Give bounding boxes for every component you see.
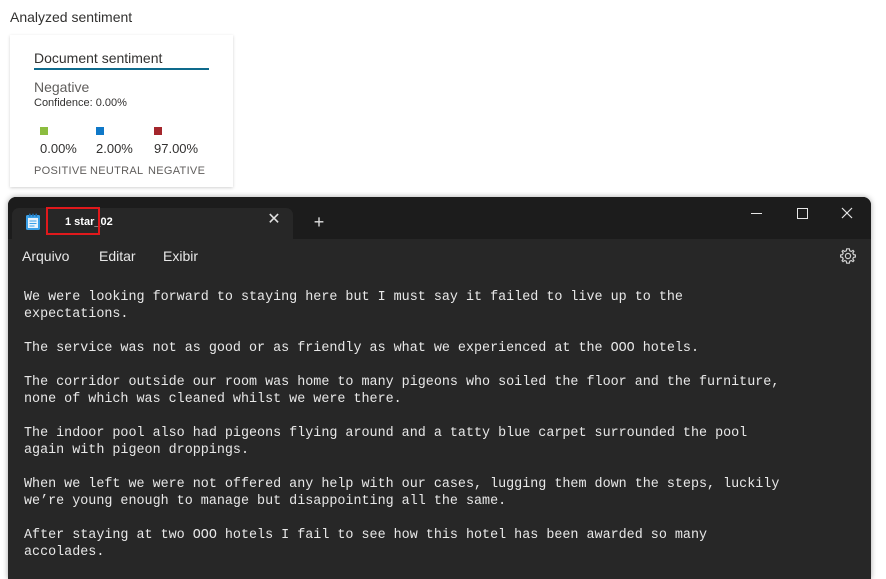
minimize-button[interactable]	[742, 202, 772, 224]
close-window-button[interactable]	[832, 202, 862, 224]
sentiment-label: Negative	[34, 79, 90, 95]
paragraph: The indoor pool also had pigeons flying …	[24, 426, 748, 458]
card-title: Document sentiment	[34, 50, 209, 70]
stat-positive: 0.00% POSITIVE	[34, 127, 94, 177]
stat-neutral: 2.00% NEUTRAL	[90, 127, 150, 177]
paragraph: When we left we were not offered any hel…	[24, 477, 780, 509]
section-title: Analyzed sentiment	[10, 9, 133, 25]
confidence-text: Confidence: 0.00%	[34, 97, 127, 109]
title-bar[interactable]: 1 star_02 ✕ +	[8, 197, 871, 239]
maximize-icon	[797, 208, 808, 219]
stat-percent: 0.00%	[40, 141, 77, 156]
menu-editar[interactable]: Editar	[99, 248, 136, 264]
stat-percent: 97.00%	[154, 141, 199, 156]
notepad-icon	[26, 213, 40, 230]
close-icon	[841, 207, 853, 219]
close-tab-icon[interactable]: ✕	[265, 211, 283, 229]
paragraph: The corridor outside our room was home t…	[24, 375, 780, 407]
notepad-window: 1 star_02 ✕ + Arquivo Editar Exibir We w…	[8, 197, 871, 579]
negative-color-swatch	[154, 127, 162, 135]
document-sentiment-card: Document sentiment Negative Confidence: …	[10, 35, 233, 187]
stat-negative: 97.00% NEGATIVE	[148, 127, 208, 177]
paragraph: After staying at two OOO hotels I fail t…	[24, 528, 708, 560]
positive-color-swatch	[40, 127, 48, 135]
gear-icon[interactable]	[839, 247, 857, 265]
maximize-button[interactable]	[787, 202, 817, 224]
stat-percent: 2.00%	[96, 141, 133, 156]
paragraph: We were looking forward to staying here …	[24, 290, 683, 322]
new-tab-plus-icon[interactable]: +	[309, 212, 329, 232]
stat-name: NEGATIVE	[148, 165, 206, 177]
tab-title-highlight	[46, 207, 100, 235]
neutral-color-swatch	[96, 127, 104, 135]
menu-bar: Arquivo Editar Exibir	[8, 239, 871, 273]
text-editor[interactable]: We were looking forward to staying here …	[8, 273, 871, 579]
stat-name: NEUTRAL	[90, 165, 144, 177]
stat-name: POSITIVE	[34, 165, 88, 177]
paragraph: The service was not as good or as friend…	[24, 341, 699, 356]
menu-arquivo[interactable]: Arquivo	[22, 248, 69, 264]
minimize-icon	[751, 213, 762, 214]
menu-exibir[interactable]: Exibir	[163, 248, 198, 264]
